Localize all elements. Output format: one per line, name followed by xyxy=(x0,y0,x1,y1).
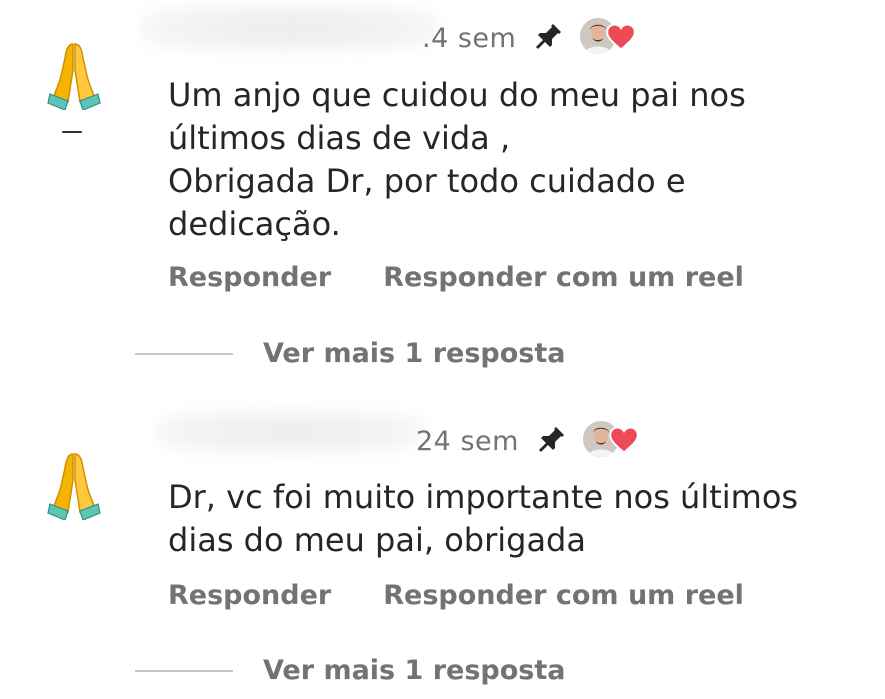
comment-1: .4 sem Um anjo que cuidou do meu pai nos… xyxy=(0,0,885,385)
view-more-replies-label[interactable]: Ver mais 1 resposta xyxy=(263,655,565,686)
liked-by-author xyxy=(578,16,640,60)
comment-meta: .4 sem xyxy=(422,16,640,60)
view-more-replies[interactable]: Ver mais 1 resposta xyxy=(135,655,565,686)
comment-time: 24 sem xyxy=(416,425,519,457)
reply-button[interactable]: Responder xyxy=(168,262,331,293)
comment-actions: Responder Responder com um reel xyxy=(168,262,744,293)
liked-by-author xyxy=(580,419,643,463)
heart-icon[interactable] xyxy=(609,426,639,454)
reply-button[interactable]: Responder xyxy=(168,580,331,611)
folded-hands-emoji[interactable] xyxy=(46,450,102,520)
pin-icon[interactable] xyxy=(530,21,564,55)
comment-2: 24 sem Dr, vc foi muito importante nos ú… xyxy=(0,400,885,699)
view-more-replies-label[interactable]: Ver mais 1 resposta xyxy=(263,338,565,369)
pin-icon[interactable] xyxy=(533,424,567,458)
blurred-username xyxy=(155,410,425,454)
view-more-replies[interactable]: Ver mais 1 resposta xyxy=(135,338,565,369)
comments-page: .4 sem Um anjo que cuidou do meu pai nos… xyxy=(0,0,885,699)
replies-divider xyxy=(135,669,233,672)
reply-with-reel-button[interactable]: Responder com um reel xyxy=(383,262,744,293)
comment-text: Um anjo que cuidou do meu pai nos último… xyxy=(168,76,746,243)
reply-with-reel-button[interactable]: Responder com um reel xyxy=(383,580,744,611)
replies-divider xyxy=(135,352,233,355)
heart-icon[interactable] xyxy=(606,23,637,51)
comment-meta: 24 sem xyxy=(416,419,643,463)
blurred-username xyxy=(140,4,440,52)
comment-text: Dr, vc foi muito importante nos últimos … xyxy=(168,478,799,559)
folded-hands-emoji[interactable] xyxy=(46,40,102,110)
comment-time: .4 sem xyxy=(422,22,517,54)
small-dash xyxy=(62,131,82,133)
comment-actions: Responder Responder com um reel xyxy=(168,580,744,611)
